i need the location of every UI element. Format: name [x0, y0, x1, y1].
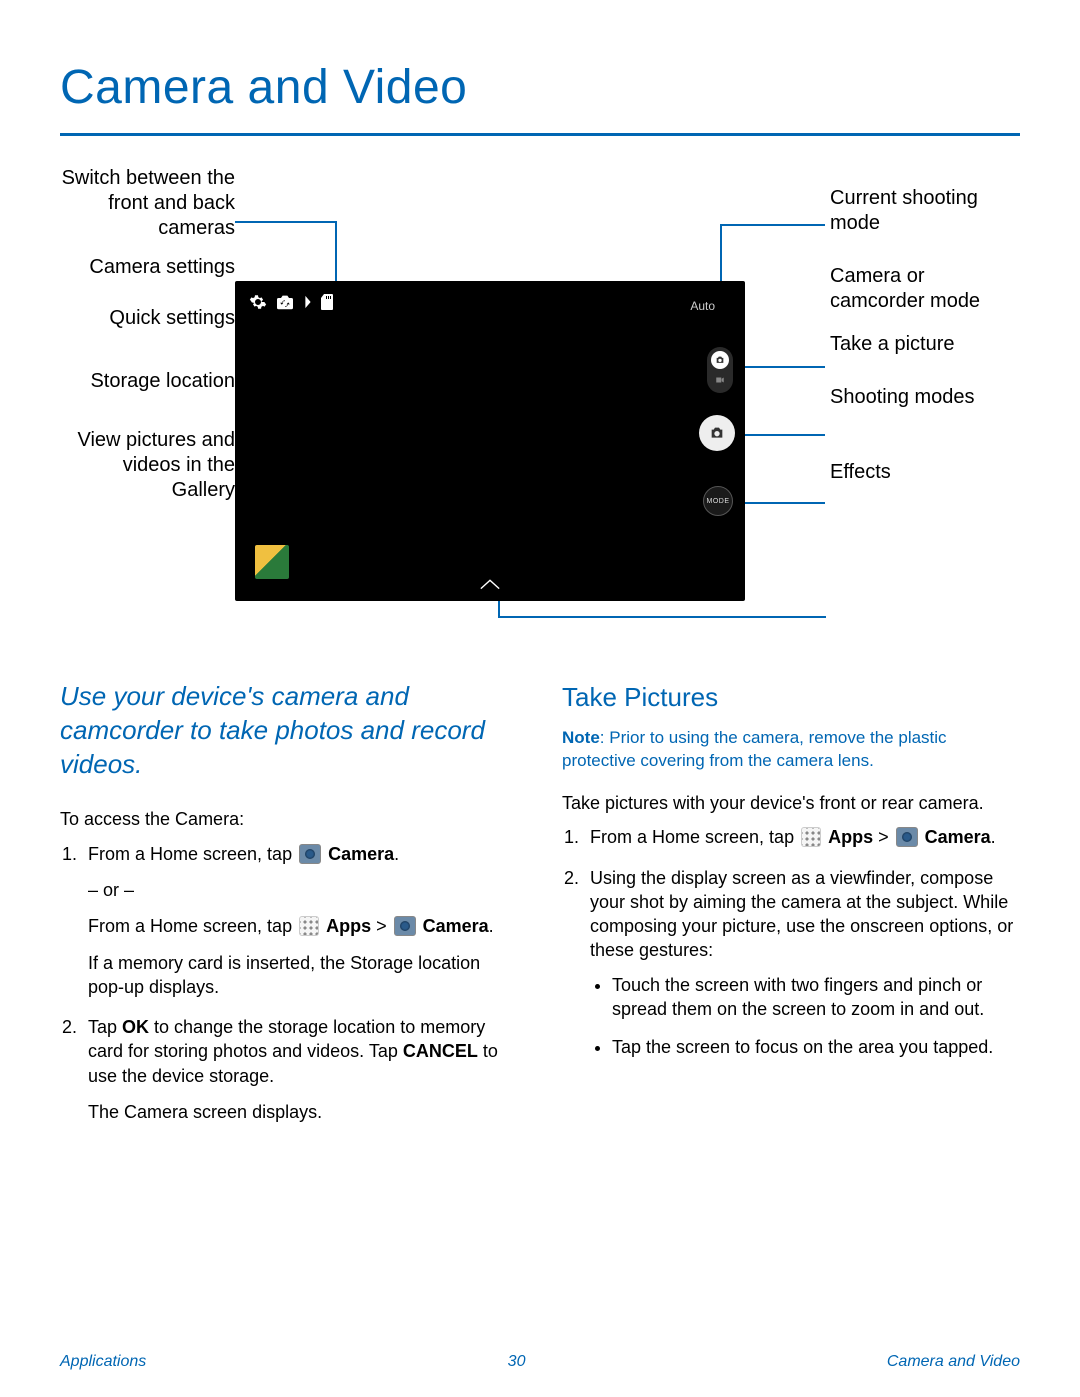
- label-current-mode: Current shooting mode: [830, 186, 1020, 236]
- gallery-thumbnail[interactable]: [255, 545, 289, 579]
- label-camera-settings: Camera settings: [60, 255, 235, 280]
- intro-text: Use your device's camera and camcorder t…: [60, 680, 518, 781]
- footer-right: Camera and Video: [887, 1353, 1020, 1371]
- chevron-right-icon[interactable]: [303, 295, 313, 309]
- lead-text: Take pictures with your device's front o…: [562, 791, 1020, 815]
- sd-card-icon[interactable]: [321, 294, 333, 310]
- callout-line: [745, 434, 825, 436]
- camera-diagram: Switch between the front and back camera…: [60, 166, 1020, 656]
- label-cam-camcorder: Camera or camcorder mode: [830, 264, 1020, 314]
- left-column: Use your device's camera and camcorder t…: [60, 680, 518, 1140]
- camera-camcorder-toggle[interactable]: [707, 347, 733, 393]
- page-footer: Applications 30 Camera and Video: [60, 1353, 1020, 1371]
- callout-line: [745, 366, 825, 368]
- footer-page-number: 30: [508, 1353, 526, 1371]
- shooting-mode-text: Auto: [690, 299, 715, 313]
- callout-line: [745, 502, 825, 504]
- label-quick-settings: Quick settings: [60, 306, 235, 331]
- camera-screenshot: Auto MODE: [235, 281, 745, 601]
- label-storage-location: Storage location: [60, 369, 235, 394]
- gear-icon[interactable]: [249, 293, 267, 311]
- right-column: Take Pictures Note: Prior to using the c…: [562, 680, 1020, 1140]
- callout-line: [235, 221, 335, 223]
- gesture-pinch: Touch the screen with two fingers and pi…: [612, 973, 1020, 1022]
- page-title: Camera and Video: [60, 60, 1020, 115]
- take-pictures-heading: Take Pictures: [562, 680, 1020, 715]
- note-text: Note: Prior to using the camera, remove …: [562, 727, 1020, 773]
- shutter-button[interactable]: [699, 415, 735, 451]
- step-1: From a Home screen, tap Camera. – or – F…: [82, 842, 518, 999]
- apps-icon: [299, 916, 319, 936]
- callout-line: [498, 616, 826, 618]
- label-shooting-modes: Shooting modes: [830, 385, 1020, 410]
- camera-app-icon: [394, 916, 416, 936]
- footer-left: Applications: [60, 1353, 146, 1371]
- title-rule: [60, 133, 1020, 136]
- callout-line: [720, 224, 825, 226]
- effects-chevron-up-icon[interactable]: [479, 577, 501, 595]
- step-2: Tap OK to change the storage location to…: [82, 1015, 518, 1124]
- camcorder-mode-icon: [711, 371, 729, 389]
- access-heading: To access the Camera:: [60, 807, 518, 831]
- take-step-1: From a Home screen, tap Apps > Camera.: [584, 825, 1020, 849]
- camera-app-icon: [299, 844, 321, 864]
- label-take-picture: Take a picture: [830, 332, 1020, 357]
- take-step-2: Using the display screen as a viewfinder…: [584, 866, 1020, 1060]
- label-gallery: View pictures and videos in the Gallery: [60, 428, 235, 503]
- camera-app-icon: [896, 827, 918, 847]
- label-switch-cameras: Switch between the front and back camera…: [60, 166, 235, 241]
- label-effects: Effects: [830, 460, 1020, 485]
- gesture-tap-focus: Tap the screen to focus on the area you …: [612, 1035, 1020, 1059]
- apps-icon: [801, 827, 821, 847]
- camera-mode-icon: [711, 351, 729, 369]
- mode-button[interactable]: MODE: [703, 486, 733, 516]
- or-separator: – or –: [88, 878, 518, 902]
- camera-switch-icon[interactable]: [275, 294, 295, 310]
